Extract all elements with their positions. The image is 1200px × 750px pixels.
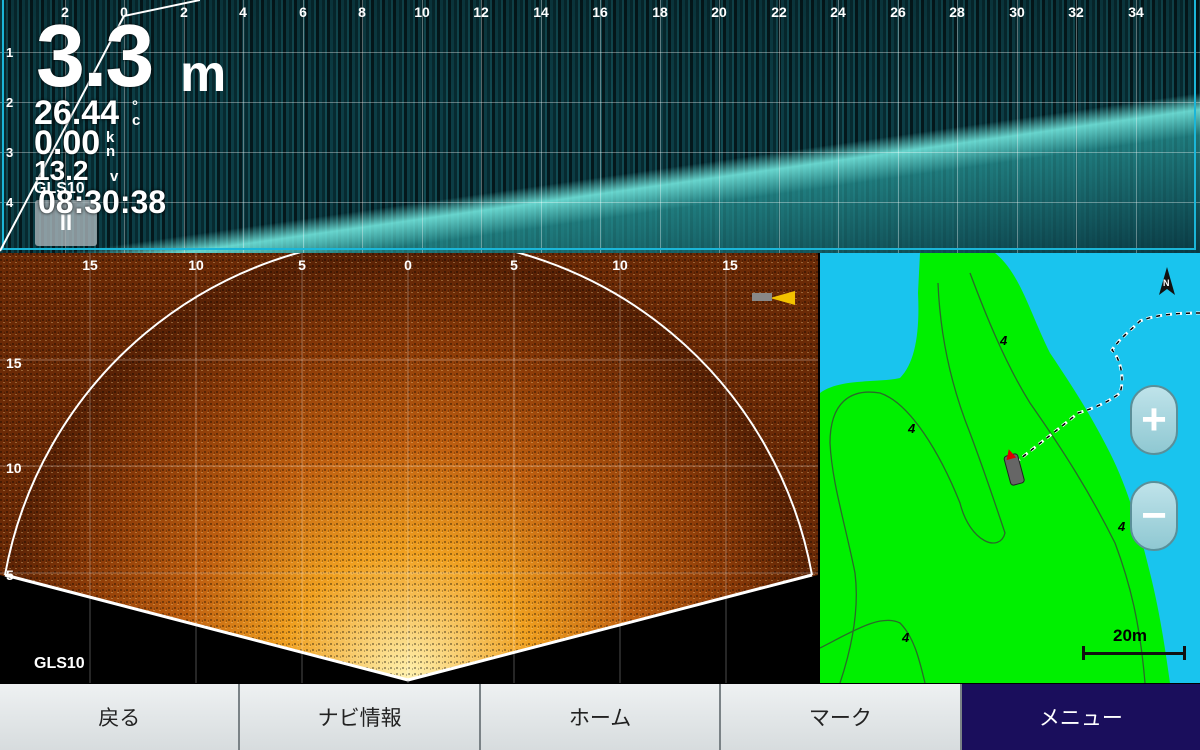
range-tick: 16 [592, 4, 608, 20]
range-tick: 4 [239, 4, 247, 20]
depth-contour-label: 4 [902, 630, 910, 645]
scan-sonar-panel[interactable]: 15 10 5 0 5 10 15 15 10 5 [0, 253, 818, 683]
scan-range-tick: 0 [404, 257, 412, 273]
range-tick: 28 [949, 4, 965, 20]
minus-icon: − [1141, 491, 1167, 540]
range-tick: 34 [1128, 4, 1144, 20]
back-button[interactable]: 戻る [0, 684, 241, 750]
home-button[interactable]: ホーム [480, 684, 722, 750]
depth-readout: 3.3 [36, 6, 154, 105]
depth-tick: 3 [6, 145, 14, 160]
scan-range-tick: 15 [82, 257, 98, 273]
zoom-out-button[interactable]: − [1130, 481, 1178, 551]
depth-contour-label: 4 [1000, 333, 1008, 348]
zoom-in-button[interactable]: + [1130, 385, 1178, 455]
depth-unit: m [180, 45, 227, 103]
speed-unit-bottom: n [106, 143, 116, 160]
plus-icon: + [1141, 395, 1167, 444]
scan-sensor-label: GLS10 [34, 655, 85, 672]
range-tick: 22 [771, 4, 787, 20]
range-tick: 24 [830, 4, 846, 20]
scan-range-tick: 10 [612, 257, 628, 273]
depth-contour-label: 4 [908, 421, 916, 436]
scan-depth-tick: 10 [6, 460, 22, 476]
range-tick: 20 [711, 4, 727, 20]
range-tick: 14 [533, 4, 549, 20]
navi-info-button[interactable]: ナビ情報 [240, 684, 481, 750]
range-tick: 30 [1009, 4, 1025, 20]
sensor-label: GLS10 [34, 180, 85, 197]
depth-tick: 4 [6, 195, 14, 210]
range-tick: 6 [299, 4, 307, 20]
traditional-sonar-panel[interactable]: 2 0 2 4 6 8 10 12 14 16 18 20 22 24 26 2… [0, 0, 1200, 253]
depth-tick: 1 [6, 45, 14, 60]
temperature-unit: °c [132, 98, 141, 129]
range-tick: 10 [414, 4, 430, 20]
scan-range-tick: 15 [722, 257, 738, 273]
scan-range-tick: 5 [510, 257, 518, 273]
range-tick: 2 [180, 4, 188, 20]
scan-depth-tick: 15 [6, 355, 22, 371]
mark-button[interactable]: マーク [721, 684, 962, 750]
range-tick: 18 [652, 4, 668, 20]
menu-button[interactable]: メニュー [961, 684, 1200, 750]
range-tick: 8 [358, 4, 366, 20]
map-scale-label: 20m [1113, 626, 1148, 645]
depth-contour-label: 4 [1118, 519, 1126, 534]
range-tick: 26 [890, 4, 906, 20]
north-arrow-icon: N [1163, 278, 1170, 288]
voltage-unit: v [110, 168, 119, 185]
depth-tick: 2 [6, 95, 14, 110]
range-tick: 12 [473, 4, 489, 20]
chart-map [820, 253, 1200, 683]
scan-range-tick: 5 [298, 257, 306, 273]
scan-range-tick: 10 [188, 257, 204, 273]
map-scale-bar [1082, 646, 1186, 660]
bottom-toolbar: 戻る ナビ情報 ホーム マーク メニュー [0, 684, 1200, 750]
chart-map-panel[interactable]: N 4 4 4 4 + − 20m [820, 253, 1200, 683]
scan-depth-tick: 5 [6, 567, 14, 583]
scan-sonar-image [0, 253, 818, 683]
range-tick: 32 [1068, 4, 1084, 20]
